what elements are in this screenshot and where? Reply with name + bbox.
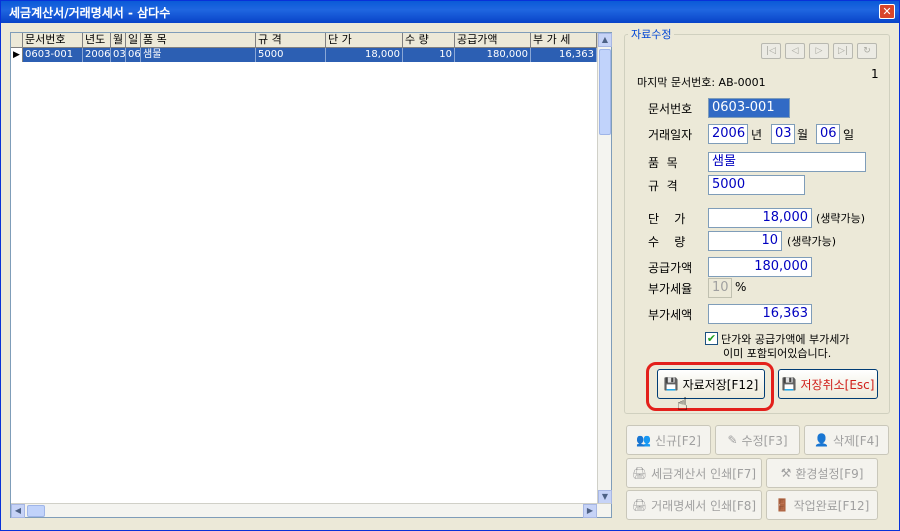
cancel-save-button[interactable]: 💾 저장취소[Esc]: [778, 369, 878, 399]
cell-month[interactable]: 03: [111, 48, 126, 62]
first-record-icon[interactable]: |◁: [761, 43, 781, 59]
vat-label: 부가세액: [648, 308, 693, 322]
cell-year[interactable]: 2006: [83, 48, 111, 62]
vat-included-checkbox[interactable]: ✔: [705, 332, 718, 345]
day-field[interactable]: 06: [816, 124, 840, 144]
vat-rate-field[interactable]: 10: [708, 278, 732, 298]
price-note: (생략가능): [816, 212, 866, 225]
supply-label: 공급가액: [648, 261, 693, 275]
vertical-scrollbar[interactable]: ▲ ▼: [597, 33, 612, 504]
title-bar: 세금계산서/거래명세서 - 삼다수 ✕: [1, 1, 899, 23]
vertical-scroll-thumb[interactable]: [599, 49, 611, 135]
tools-icon: ⚒: [780, 466, 792, 480]
spec-field[interactable]: 5000: [708, 175, 805, 195]
edit-icon: ✎: [727, 433, 738, 447]
prev-record-icon[interactable]: ◁: [785, 43, 805, 59]
settings-button[interactable]: ⚒ 환경설정[F9]: [766, 458, 878, 488]
vat-rate-label: 부가세율: [648, 282, 693, 296]
main-window: 세금계산서/거래명세서 - 삼다수 ✕ 문서번호 년도 월 일 품 목 규 격 …: [0, 0, 900, 531]
new-button[interactable]: 👥 신규[F2]: [626, 425, 711, 455]
horizontal-scroll-thumb[interactable]: [27, 505, 45, 517]
edit-button-label: 수정[F3]: [741, 433, 788, 448]
column-header[interactable]: 단 가: [326, 33, 403, 48]
cell-day[interactable]: 06: [126, 48, 141, 62]
price-field[interactable]: 18,000: [708, 208, 812, 228]
door-exit-icon: 🚪: [774, 498, 790, 512]
date-label: 거래일자: [648, 128, 693, 142]
window-title: 세금계산서/거래명세서 - 삼다수: [9, 6, 171, 20]
horizontal-scrollbar[interactable]: ◀ ▶: [11, 503, 611, 518]
refresh-icon[interactable]: ↻: [857, 43, 877, 59]
doc-no-field[interactable]: 0603-001: [708, 98, 790, 118]
new-user-icon: 👥: [636, 433, 651, 447]
column-header[interactable]: 월: [111, 33, 126, 48]
year-unit: 년: [751, 128, 763, 142]
last-doc-label: 마지막 문서번호: AB-0001: [637, 76, 766, 89]
delete-button[interactable]: 👤 삭제[F4]: [804, 425, 889, 455]
scroll-left-icon[interactable]: ◀: [11, 504, 25, 518]
column-header[interactable]: 규 격: [256, 33, 326, 48]
print-statement-label: 거래명세서 인쇄[F8]: [651, 498, 757, 513]
month-field[interactable]: 03: [771, 124, 795, 144]
close-icon[interactable]: ✕: [879, 4, 895, 19]
price-label: 단 가: [648, 212, 686, 226]
print-tax-label: 세금계산서 인쇄[F7]: [651, 466, 757, 481]
qty-field[interactable]: 10: [708, 231, 782, 251]
cancel-button-label: 저장취소[Esc]: [800, 377, 875, 392]
supply-field[interactable]: 180,000: [708, 257, 812, 277]
cell-supply[interactable]: 180,000: [455, 48, 531, 62]
doc-no-label: 문서번호: [648, 102, 693, 116]
vat-field[interactable]: 16,363: [708, 304, 812, 324]
scroll-right-icon[interactable]: ▶: [583, 504, 597, 518]
delete-user-icon: 👤: [814, 433, 829, 447]
row-indicator-header: [11, 33, 23, 48]
next-record-icon[interactable]: ▷: [809, 43, 829, 59]
item-field[interactable]: 샘물: [708, 152, 866, 172]
spec-label: 규 격: [648, 179, 678, 193]
table-row[interactable]: ▶ 0603-001 2006 03 06 샘물 5000 18,000 10 …: [11, 48, 599, 62]
cell-item[interactable]: 샘물: [141, 48, 256, 62]
column-header[interactable]: 공급가액: [455, 33, 531, 48]
finish-label: 작업완료[F12]: [793, 498, 870, 513]
printer-icon: 🖨: [631, 466, 648, 480]
day-unit: 일: [843, 128, 855, 142]
column-header[interactable]: 일: [126, 33, 141, 48]
finish-button[interactable]: 🚪 작업완료[F12]: [766, 490, 878, 520]
vat-rate-unit: %: [735, 280, 747, 294]
column-header[interactable]: 수 량: [403, 33, 455, 48]
last-record-icon[interactable]: ▷|: [833, 43, 853, 59]
cell-spec[interactable]: 5000: [256, 48, 326, 62]
scroll-up-icon[interactable]: ▲: [598, 33, 612, 47]
delete-button-label: 삭제[F4]: [832, 433, 879, 448]
column-header[interactable]: 품 목: [141, 33, 256, 48]
edit-button[interactable]: ✎ 수정[F3]: [715, 425, 800, 455]
grid-header: 문서번호 년도 월 일 품 목 규 격 단 가 수 량 공급가액 부 가 세: [11, 33, 599, 48]
highlight-ring: [646, 362, 774, 411]
column-header[interactable]: 문서번호: [23, 33, 83, 48]
qty-note: (생략가능): [787, 235, 837, 248]
month-unit: 월: [797, 128, 809, 142]
record-counter: 1: [871, 67, 879, 81]
new-button-label: 신규[F2]: [654, 433, 701, 448]
year-field[interactable]: 2006: [708, 124, 748, 144]
qty-label: 수 량: [648, 235, 686, 249]
checkbox-label-line2: 이미 포함되어있습니다.: [723, 347, 832, 360]
column-header[interactable]: 년도: [83, 33, 111, 48]
settings-label: 환경설정[F9]: [795, 466, 864, 481]
column-header[interactable]: 부 가 세: [531, 33, 597, 48]
hand-cursor-icon: ☝: [677, 394, 688, 415]
panel-title: 자료수정: [628, 26, 675, 42]
scroll-down-icon[interactable]: ▼: [598, 490, 612, 504]
data-grid[interactable]: 문서번호 년도 월 일 품 목 규 격 단 가 수 량 공급가액 부 가 세 ▶…: [10, 32, 612, 518]
row-indicator-icon: ▶: [11, 48, 23, 62]
cell-doc-no[interactable]: 0603-001: [23, 48, 83, 62]
cell-price[interactable]: 18,000: [326, 48, 403, 62]
cell-vat[interactable]: 16,363: [531, 48, 597, 62]
item-label: 품 목: [648, 156, 678, 170]
print-tax-invoice-button[interactable]: 🖨 세금계산서 인쇄[F7]: [626, 458, 762, 488]
print-statement-button[interactable]: 🖨 거래명세서 인쇄[F8]: [626, 490, 762, 520]
printer-icon: 🖨: [631, 498, 648, 512]
cell-qty[interactable]: 10: [403, 48, 455, 62]
floppy-cancel-icon: 💾: [781, 377, 797, 391]
